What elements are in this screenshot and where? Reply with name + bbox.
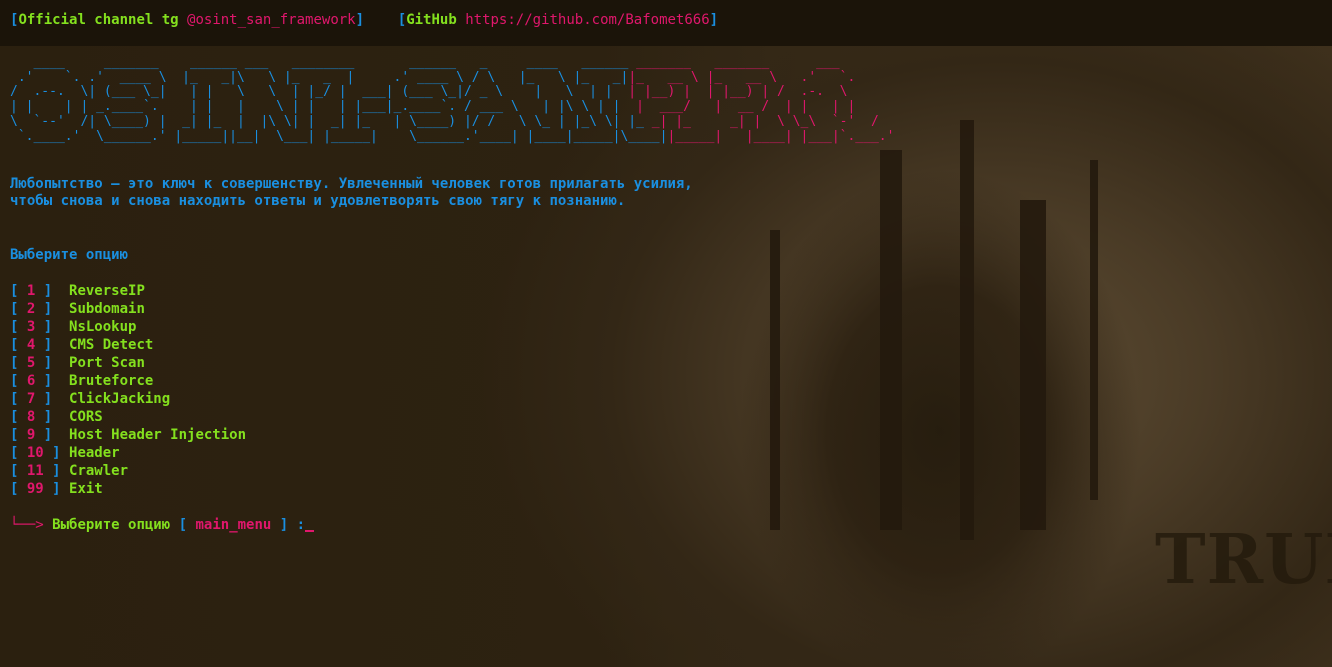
menu-option-cms-detect[interactable]: [ 4 ] CMS Detect	[10, 336, 153, 354]
option-label: Exit	[69, 481, 103, 497]
option-label: ReverseIP	[69, 283, 145, 299]
banner-line: ____ _______ ______ ___ ________ ______ …	[10, 55, 629, 70]
wallpaper-figure-silhouette	[740, 150, 1140, 667]
menu-option-exit[interactable]: [ 99 ] Exit	[10, 480, 103, 498]
prompt-colon: :	[296, 517, 306, 533]
option-bracket-close: ]	[35, 409, 70, 425]
option-label: Subdomain	[69, 301, 145, 317]
wallpaper-true-text: TRUE	[1155, 520, 1332, 600]
option-bracket-close: ]	[43, 463, 70, 479]
option-label: Header	[69, 445, 120, 461]
menu-option-clickjacking[interactable]: [ 7 ] ClickJacking	[10, 390, 170, 408]
option-bracket-close: ]	[35, 391, 70, 407]
menu-option-host-header-injection[interactable]: [ 9 ] Host Header Injection	[10, 426, 246, 444]
banner-pro-line: | |__) | | |__) | / .-. \	[612, 84, 848, 100]
banner-pro-line: | ___/ | __ / | | | |	[620, 99, 856, 115]
github-close-bracket: ]	[709, 12, 719, 28]
banner-pro-line: |_ __ \ |_ __ \ .' `.	[628, 69, 856, 85]
channel-label: Official channel tg	[18, 12, 179, 28]
menu-option-port-scan[interactable]: [ 5 ] Port Scan	[10, 354, 145, 372]
banner-line: / .--. \| (___ \_| | | \ \ | |_/ | ___| …	[10, 84, 613, 100]
option-bracket-close: ]	[43, 481, 70, 497]
option-label: NsLookup	[69, 319, 137, 335]
menu-option-bruteforce[interactable]: [ 6 ] Bruteforce	[10, 372, 153, 390]
prompt-close-bracket: ]	[279, 517, 289, 533]
wallpaper-tower	[1090, 160, 1098, 500]
menu-option-subdomain[interactable]: [ 2 ] Subdomain	[10, 300, 145, 318]
menu-option-nslookup[interactable]: [ 3 ] NsLookup	[10, 318, 136, 336]
banner-line: `.____.' \______.' |_____||__| \___| |__…	[10, 128, 668, 144]
option-label: ClickJacking	[69, 391, 171, 407]
quote-line-1: Любопытство – это ключ к совершенству. У…	[10, 176, 693, 192]
option-bracket-open: [	[10, 409, 27, 425]
banner-pro-line: _| |_ _| | \ \_\ `-' /	[643, 113, 879, 129]
banner-line: .' `. .' ____ \ |_ _|\ \ |_ _ | .' ____ …	[10, 69, 629, 85]
option-bracket-close: ]	[35, 319, 70, 335]
command-prompt[interactable]: └──> Выберите опцию [ main_menu ] :	[10, 516, 315, 534]
quote-line-2: чтобы снова и снова находить ответы и уд…	[10, 193, 626, 209]
option-number: 99	[26, 481, 44, 497]
option-bracket-close: ]	[35, 283, 70, 299]
banner-line: | | | | _.____`. | | | \ | | | |___|_.__…	[10, 99, 621, 115]
header-line: [ Official channel tg @osint_san_framewor…	[10, 11, 718, 29]
wallpaper-tower	[770, 230, 780, 530]
github-url-link[interactable]: https://github.com/Bafomet666	[465, 12, 709, 28]
option-number: 11	[26, 463, 44, 479]
prompt-context: main_menu	[195, 517, 272, 533]
header-close-bracket: ]	[355, 12, 365, 28]
github-label: GitHub	[406, 12, 457, 28]
option-label: CORS	[69, 409, 103, 425]
option-bracket-open: [	[10, 283, 27, 299]
channel-handle-link[interactable]: @osint_san_framework	[187, 12, 356, 28]
option-bracket-close: ]	[35, 373, 70, 389]
option-bracket-open: [	[10, 319, 27, 335]
option-bracket-close: ]	[43, 445, 70, 461]
option-bracket-open: [	[10, 481, 27, 497]
menu-option-reverseip[interactable]: [ 1 ] ReverseIP	[10, 282, 145, 300]
option-bracket-close: ]	[35, 355, 70, 371]
github-open-bracket: [	[397, 12, 407, 28]
wallpaper-tower	[960, 120, 974, 540]
option-bracket-open: [	[10, 355, 27, 371]
option-bracket-open: [	[10, 463, 27, 479]
menu-title: Выберите опцию	[10, 247, 129, 263]
option-bracket-open: [	[10, 373, 27, 389]
option-bracket-close: ]	[35, 427, 70, 443]
prompt-arrow-icon: └──>	[10, 517, 44, 533]
option-label: Host Header Injection	[69, 427, 247, 443]
option-bracket-open: [	[10, 301, 27, 317]
prompt-open-bracket: [	[178, 517, 188, 533]
option-number: 10	[26, 445, 44, 461]
option-bracket-close: ]	[35, 337, 70, 353]
option-label: Crawler	[69, 463, 129, 479]
option-label: Bruteforce	[69, 373, 154, 389]
wallpaper-tower	[1020, 200, 1046, 530]
option-bracket-open: [	[10, 445, 27, 461]
option-label: Port Scan	[69, 355, 145, 371]
menu-option-cors[interactable]: [ 8 ] CORS	[10, 408, 103, 426]
banner-line: \ `--' /| \____) | _| |_ | |\ \| | _| |_…	[10, 113, 644, 129]
banner-pro-line: _______ _______ ___	[628, 55, 840, 70]
prompt-text: Выберите опцию	[52, 517, 171, 533]
option-bracket-open: [	[10, 337, 27, 353]
option-label: CMS Detect	[69, 337, 154, 353]
wallpaper-tower	[880, 150, 902, 530]
menu-option-crawler[interactable]: [ 11 ] Crawler	[10, 462, 128, 480]
menu-option-header[interactable]: [ 10 ] Header	[10, 444, 120, 462]
option-bracket-open: [	[10, 427, 27, 443]
osint-san-pro-ascii-banner: ____ _______ ______ ___ ________ ______ …	[10, 55, 895, 144]
option-bracket-open: [	[10, 391, 27, 407]
option-bracket-close: ]	[35, 301, 70, 317]
banner-pro-line: |_____| |____| |___|`.___.'	[667, 128, 895, 144]
text-cursor[interactable]	[305, 530, 315, 532]
